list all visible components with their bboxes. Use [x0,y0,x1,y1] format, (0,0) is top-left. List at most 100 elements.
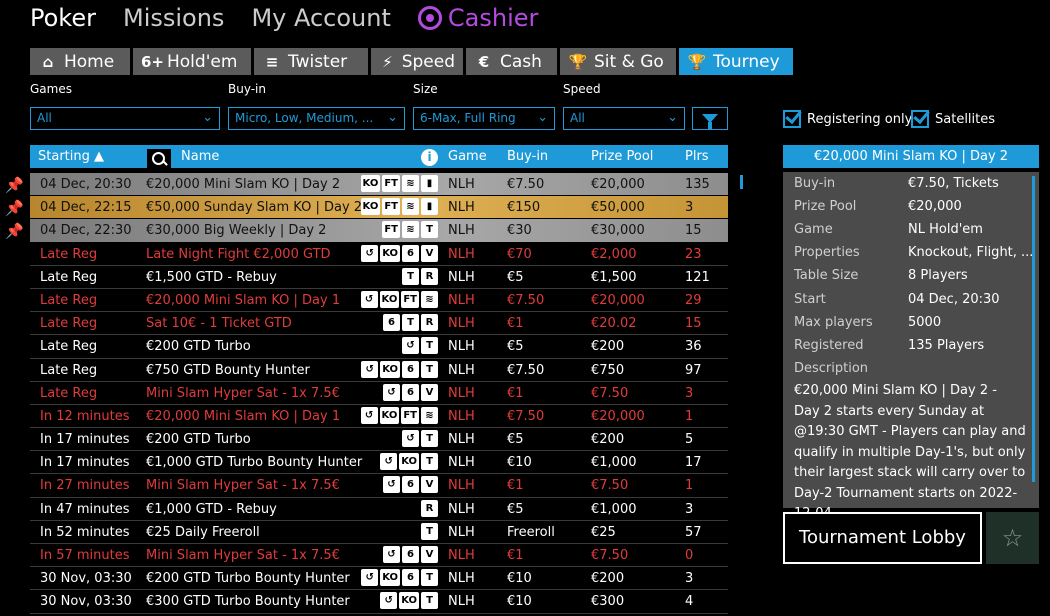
table-row[interactable]: Late Reg €20,000 Mini Slam KO | Day 1 NLH €… [30,289,728,313]
nav-cashier[interactable]: Cashier [417,4,538,32]
property-badges: ↺ KO T [380,592,438,610]
size-select[interactable]: 6-Max, Full Ring ⌄ [413,107,555,130]
tab-speed[interactable]: ⚡ Speed [371,48,463,75]
cell-plrs: 97 [685,362,702,378]
col-starting[interactable]: Starting ▲ [38,149,104,164]
tab-twister[interactable]: ≡ Twister [254,48,368,75]
cell-prize: €50,000 [591,200,645,216]
cell-buyin: €5 [507,269,524,285]
property-badges: KO FT ≋ ▮ [360,198,438,216]
filter-button[interactable] [692,107,728,130]
table-row[interactable]: 04 Dec, 20:30 €20,000 Mini Slam KO | Day … [30,173,728,197]
tab-cash[interactable]: € Cash [466,48,557,75]
star-icon: ☆ [1001,524,1024,552]
cell-buyin: €10 [507,571,532,587]
property-badges: ↺ KO T [380,453,438,471]
table-row[interactable]: In 47 minutes €1,000 GTD - Rebuy NLH €5 €1,0… [30,498,728,521]
top-nav: Poker Missions My Account Cashier [30,0,538,36]
badge: FT [401,290,419,308]
pin-icon[interactable]: 📌 [5,176,24,194]
table-row[interactable]: Late Reg €750 GTD Bounty Hunter NLH €7.50 €7… [30,359,728,382]
cell-start: 30 Nov, 03:30 [40,571,132,587]
cell-plrs: 5 [685,432,694,448]
cell-start: Late Reg [40,316,98,332]
table-row[interactable]: Late Reg €1,500 GTD - Rebuy NLH €5 €1,500 121… [30,266,728,289]
cell-prize: €30,000 [591,223,645,239]
detail-label: Prize Pool [794,199,857,215]
cell-plrs: 135 [685,177,710,192]
games-select[interactable]: All ⌄ [30,107,220,130]
table-row[interactable]: In 17 minutes €1,000 GTD Turbo Bounty Hun… [30,451,728,475]
badge: FT [382,221,400,239]
table-row[interactable]: 04 Dec, 22:15 €50,000 Sunday Slam KO | Da… [30,196,728,220]
badge: ↺ [361,244,379,262]
cell-game: NLH [448,339,475,355]
favorite-button[interactable]: ☆ [986,512,1039,564]
nav-my-account[interactable]: My Account [251,4,390,32]
tab-sit-go[interactable]: 🏆 Sit & Go [560,48,676,75]
table-row[interactable]: In 52 minutes €25 Daily Freeroll NLH Freero… [30,521,728,544]
col-name[interactable]: Name [181,149,219,164]
cell-game: NLH [448,269,475,285]
cell-game: NLH [448,177,475,192]
pin-icon[interactable]: 📌 [5,222,24,240]
badge: T [421,522,438,540]
nav-missions[interactable]: Missions [123,4,224,32]
tab-label: Home [64,51,115,72]
cell-name: Late Night Fight €2,000 GTD [146,246,331,262]
nav-poker[interactable]: Poker [30,4,96,32]
table-row[interactable]: In 27 minutes Mini Slam Hyper Sat - 1x 7.… [30,474,728,498]
cell-plrs: 3 [685,200,694,216]
badge: ↺ [360,406,378,424]
list-scrollbar[interactable] [740,175,743,189]
detail-value: €7.50, Tickets [908,176,999,191]
satellites-checkbox[interactable]: Satellites [911,110,995,128]
badge: T [421,337,438,355]
description-label: Description [794,361,869,376]
cell-game: NLH [448,292,475,308]
speed-select[interactable]: All ⌄ [563,107,685,130]
col-players[interactable]: Plrs [685,149,709,164]
buyin-select[interactable]: Micro, Low, Medium, ... ⌄ [228,107,405,130]
col-game[interactable]: Game [448,149,487,164]
cell-plrs: 1 [685,408,694,424]
table-row[interactable]: Late Reg Mini Slam Hyper Sat - 1x 7.5€ NLH… [30,382,728,405]
badge: V [421,476,438,494]
pin-icon[interactable]: 📌 [5,199,24,217]
table-row[interactable]: Late Reg Sat 10€ - 1 Ticket GTD NLH €1 €20.0… [30,312,728,336]
cell-game: NLH [448,385,475,401]
tournament-list: 04 Dec, 20:30 €20,000 Mini Slam KO | Day … [30,173,728,614]
cell-prize: €1,500 [591,269,637,285]
cell-plrs: 15 [685,223,702,239]
detail-label: Start [794,291,826,307]
speed-label: Speed [563,82,601,96]
game-tabs: ⌂ Home 6+ Hold'em ≡ Twister ⚡ Speed € Cash 🏆 Sit & … [30,48,793,75]
buyin-select-value: Micro, Low, Medium, ... [235,111,374,125]
registering-only-checkbox[interactable]: Registering only [783,110,912,128]
chevron-down-icon: ⌄ [202,110,213,125]
col-buyin[interactable]: Buy-in [507,149,548,164]
panel-scrollbar[interactable] [1032,176,1035,482]
tournament-lobby-button[interactable]: Tournament Lobby [783,512,982,564]
table-row[interactable]: In 12 minutes €20,000 Mini Slam KO | Day … [30,405,728,429]
col-prize-pool[interactable]: Prize Pool [591,149,653,164]
table-row[interactable]: 04 Dec, 22:30 €30,000 Big Weekly | Day 2 N… [30,219,728,243]
tab-hold-em[interactable]: 6+ Hold'em [133,48,251,75]
table-row[interactable]: Late Reg Late Night Fight €2,000 GTD NLH €7… [30,243,728,266]
table-row[interactable]: Late Reg €200 GTD Turbo NLH €5 €200 36 ↺ T [30,335,728,359]
cell-prize: €200 [591,432,625,448]
detail-value: €20,000 [908,199,962,215]
table-row[interactable]: 30 Nov, 03:30 €200 GTD Turbo Bounty Hunte… [30,567,728,591]
table-row[interactable]: In 57 minutes Mini Slam Hyper Sat - 1x 7.… [30,544,728,568]
table-row[interactable]: 30 Nov, 03:30 €300 GTD Turbo Bounty Hunte… [30,590,728,614]
cell-game: NLH [448,223,475,239]
tab-label: Tourney [713,51,780,72]
search-icon[interactable] [147,149,171,170]
tab-tourney[interactable]: 🏆 Tourney [679,48,793,75]
info-icon[interactable]: i [421,149,438,166]
table-row[interactable]: In 17 minutes €200 GTD Turbo NLH €5 €200 5 ↺ T [30,428,728,452]
cell-plrs: 3 [685,385,694,401]
cell-start: Late Reg [40,269,98,285]
badge: T [402,267,419,285]
tab-home[interactable]: ⌂ Home [30,48,130,75]
